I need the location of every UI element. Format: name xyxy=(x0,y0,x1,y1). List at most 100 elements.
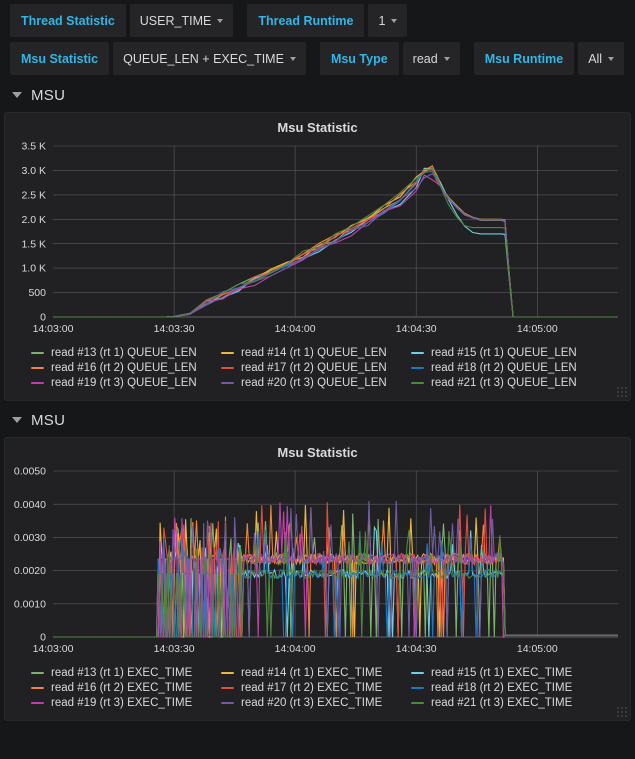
legend-item[interactable]: read #18 (rt 2) QUEUE_LEN xyxy=(411,362,601,374)
panel-title: Msu Statistic xyxy=(277,445,358,460)
graph-canvas-exec-time[interactable]: 0 0.0010 0.0020 0.0030 0.0040 0.0050 14:03:00 1… xyxy=(5,463,630,663)
svg-text:2.0 K: 2.0 K xyxy=(21,214,46,226)
legend-series-label: read #18 (rt 2) EXEC_TIME xyxy=(431,682,573,694)
legend-item[interactable]: read #16 (rt 2) EXEC_TIME xyxy=(31,682,221,694)
svg-text:0.0030: 0.0030 xyxy=(14,532,46,544)
legend-item[interactable]: read #13 (rt 1) QUEUE_LEN xyxy=(31,347,221,359)
graph-container[interactable]: 0 500 1.0 K 1.5 K 2.0 K 2.5 K 3.0 K 3.5 K 14:03:… xyxy=(5,138,630,343)
svg-text:14:03:30: 14:03:30 xyxy=(154,323,195,335)
legend-item[interactable]: read #21 (rt 3) EXEC_TIME xyxy=(411,697,601,709)
graph-canvas-queue-len[interactable]: 0 500 1.0 K 1.5 K 2.0 K 2.5 K 3.0 K 3.5 K 14:03:… xyxy=(5,138,630,343)
svg-text:14:04:30: 14:04:30 xyxy=(396,323,437,335)
legend-item[interactable]: read #17 (rt 2) EXEC_TIME xyxy=(221,682,411,694)
legend-item[interactable]: read #16 (rt 2) QUEUE_LEN xyxy=(31,362,221,374)
legend-color-swatch xyxy=(221,701,234,705)
variable-label-msu-type[interactable]: Msu Type xyxy=(319,42,399,75)
legend-color-swatch xyxy=(31,686,44,690)
legend-series-label: read #13 (rt 1) EXEC_TIME xyxy=(51,667,193,679)
legend-series-label: read #16 (rt 2) EXEC_TIME xyxy=(51,682,193,694)
variable-value-thread-runtime[interactable]: 1 xyxy=(368,4,408,37)
chevron-down-icon xyxy=(289,56,296,61)
variable-value-text: 1 xyxy=(378,13,386,28)
legend-series-label: read #16 (rt 2) QUEUE_LEN xyxy=(51,362,197,374)
variable-row-1: Thread Statistic USER_TIME Thread Runtim… xyxy=(10,4,635,37)
chevron-down-icon xyxy=(443,56,450,61)
svg-text:0: 0 xyxy=(40,632,46,644)
svg-text:0.0010: 0.0010 xyxy=(14,598,46,610)
legend-series-label: read #17 (rt 2) QUEUE_LEN xyxy=(241,362,387,374)
legend-item[interactable]: read #21 (rt 3) QUEUE_LEN xyxy=(411,377,601,389)
variable-value-msu-statistic[interactable]: QUEUE_LEN + EXEC_TIME xyxy=(113,42,306,75)
variable-group-thread-statistic: Thread Statistic USER_TIME xyxy=(10,4,234,37)
svg-text:0: 0 xyxy=(40,312,46,324)
legend-series-label: read #15 (rt 1) EXEC_TIME xyxy=(431,667,573,679)
legend-series-label: read #20 (rt 3) QUEUE_LEN xyxy=(241,377,387,389)
variable-group-thread-runtime: Thread Runtime 1 xyxy=(247,4,408,37)
panel-resize-handle[interactable] xyxy=(616,706,628,718)
legend-color-swatch xyxy=(31,351,44,355)
svg-text:2.5 K: 2.5 K xyxy=(21,190,46,202)
panel-msu-statistic-exec-time: Msu Statistic 0 0.0010 0.0020 0.0030 0.0040 0… xyxy=(4,437,631,721)
legend-series-label: read #15 (rt 1) QUEUE_LEN xyxy=(431,347,577,359)
dashboard-row-header-1[interactable]: MSU xyxy=(0,80,635,110)
legend-item[interactable]: read #13 (rt 1) EXEC_TIME xyxy=(31,667,221,679)
dashboard-row-title: MSU xyxy=(31,411,66,429)
legend-item[interactable]: read #17 (rt 2) QUEUE_LEN xyxy=(221,362,411,374)
chevron-down-icon xyxy=(217,18,224,23)
legend-item[interactable]: read #20 (rt 3) EXEC_TIME xyxy=(221,697,411,709)
variable-value-msu-type[interactable]: read xyxy=(402,42,460,75)
variable-label-thread-runtime[interactable]: Thread Runtime xyxy=(247,4,365,37)
chevron-down-icon xyxy=(12,417,22,423)
legend-color-swatch xyxy=(411,381,424,385)
svg-text:3.5 K: 3.5 K xyxy=(21,141,46,153)
variable-label-msu-runtime[interactable]: Msu Runtime xyxy=(473,42,575,75)
legend-item[interactable]: read #18 (rt 2) EXEC_TIME xyxy=(411,682,601,694)
dashboard-row-header-2[interactable]: MSU xyxy=(0,405,635,435)
legend-color-swatch xyxy=(31,701,44,705)
variable-value-text: read xyxy=(412,51,438,66)
legend-series-label: read #14 (rt 1) EXEC_TIME xyxy=(241,667,383,679)
svg-text:14:03:00: 14:03:00 xyxy=(33,643,74,655)
svg-text:14:03:30: 14:03:30 xyxy=(154,643,195,655)
legend-color-swatch xyxy=(221,351,234,355)
variable-label-msu-statistic[interactable]: Msu Statistic xyxy=(10,42,110,75)
legend-item[interactable]: read #20 (rt 3) QUEUE_LEN xyxy=(221,377,411,389)
graph-container[interactable]: 0 0.0010 0.0020 0.0030 0.0040 0.0050 14:03:00 1… xyxy=(5,463,630,663)
legend-series-label: read #14 (rt 1) QUEUE_LEN xyxy=(241,347,387,359)
legend-item[interactable]: read #19 (rt 3) EXEC_TIME xyxy=(31,697,221,709)
legend-color-swatch xyxy=(221,686,234,690)
template-variable-bar: Thread Statistic USER_TIME Thread Runtim… xyxy=(0,0,635,75)
svg-text:14:04:00: 14:04:00 xyxy=(275,323,316,335)
variable-value-thread-statistic[interactable]: USER_TIME xyxy=(129,4,234,37)
legend-series-label: read #20 (rt 3) EXEC_TIME xyxy=(241,697,383,709)
graph-legend-exec-time: read #13 (rt 1) EXEC_TIME read #14 (rt 1)… xyxy=(5,663,630,720)
chevron-down-icon xyxy=(12,92,22,98)
variable-group-msu-type: Msu Type read xyxy=(319,42,460,75)
svg-text:3.0 K: 3.0 K xyxy=(21,165,46,177)
legend-color-swatch xyxy=(31,671,44,675)
legend-series-label: read #19 (rt 3) EXEC_TIME xyxy=(51,697,193,709)
svg-text:14:04:30: 14:04:30 xyxy=(396,643,437,655)
svg-text:1.0 K: 1.0 K xyxy=(21,263,46,275)
variable-value-msu-runtime[interactable]: All xyxy=(578,42,625,75)
legend-item[interactable]: read #15 (rt 1) EXEC_TIME xyxy=(411,667,601,679)
variable-group-msu-runtime: Msu Runtime All xyxy=(473,42,625,75)
svg-text:0.0020: 0.0020 xyxy=(14,565,46,577)
variable-group-msu-statistic: Msu Statistic QUEUE_LEN + EXEC_TIME xyxy=(10,42,306,75)
panel-resize-handle[interactable] xyxy=(616,386,628,398)
svg-text:14:05:00: 14:05:00 xyxy=(517,323,558,335)
variable-value-text: USER_TIME xyxy=(139,13,212,28)
legend-series-label: read #19 (rt 3) QUEUE_LEN xyxy=(51,377,197,389)
legend-color-swatch xyxy=(221,671,234,675)
legend-item[interactable]: read #14 (rt 1) EXEC_TIME xyxy=(221,667,411,679)
variable-label-thread-statistic[interactable]: Thread Statistic xyxy=(10,4,126,37)
legend-item[interactable]: read #19 (rt 3) QUEUE_LEN xyxy=(31,377,221,389)
variable-row-2: Msu Statistic QUEUE_LEN + EXEC_TIME Msu … xyxy=(10,42,635,75)
legend-item[interactable]: read #15 (rt 1) QUEUE_LEN xyxy=(411,347,601,359)
svg-text:14:04:00: 14:04:00 xyxy=(275,643,316,655)
legend-color-swatch xyxy=(411,366,424,370)
svg-text:1.5 K: 1.5 K xyxy=(21,238,46,250)
svg-text:0.0050: 0.0050 xyxy=(14,466,46,478)
legend-item[interactable]: read #14 (rt 1) QUEUE_LEN xyxy=(221,347,411,359)
svg-text:14:05:00: 14:05:00 xyxy=(517,643,558,655)
